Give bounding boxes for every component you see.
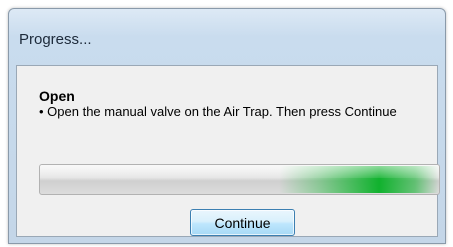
progress-dialog: Progress... Open • Open the manual valve…: [8, 8, 446, 244]
step-heading: Open: [39, 88, 75, 104]
progress-bar: [39, 164, 440, 195]
title-bar[interactable]: Progress...: [9, 9, 445, 53]
window-title: Progress...: [19, 31, 92, 48]
instruction-text: • Open the manual valve on the Air Trap.…: [39, 104, 397, 119]
progress-bar-highlight: [40, 165, 439, 179]
continue-button[interactable]: Continue: [190, 209, 295, 236]
dialog-body: Open • Open the manual valve on the Air …: [16, 65, 440, 237]
